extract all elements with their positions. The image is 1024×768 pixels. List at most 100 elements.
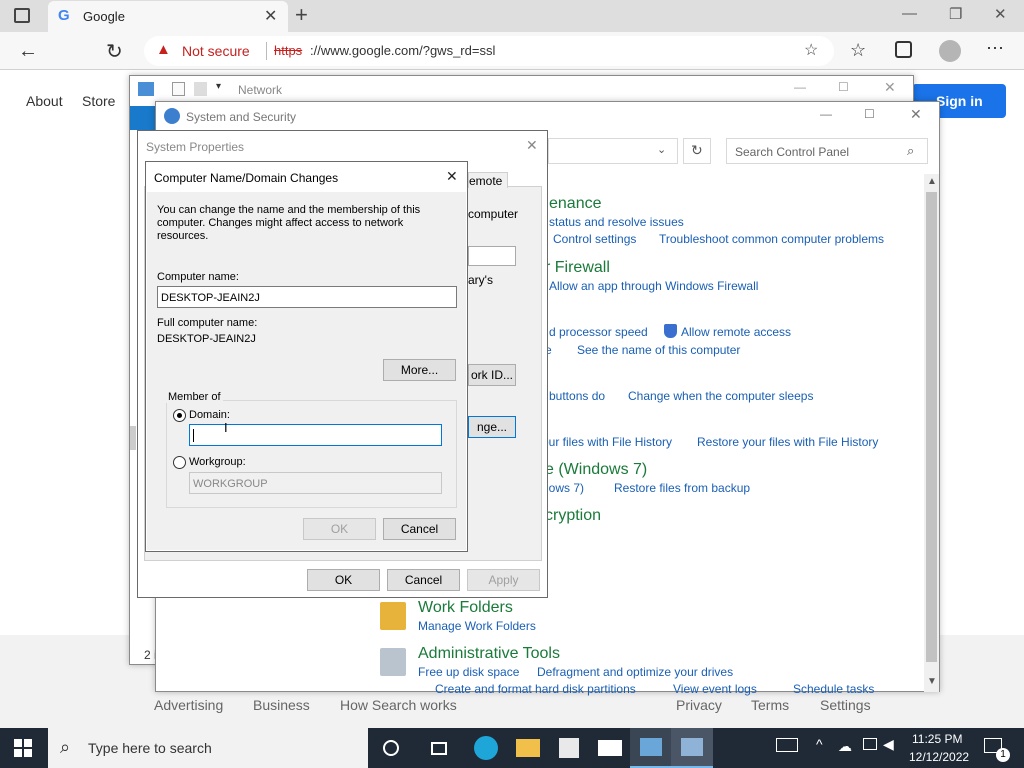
backup-heading[interactable]: e (Windows 7) (545, 461, 647, 479)
minimize-icon[interactable]: — (902, 5, 917, 22)
work-folders-link[interactable]: Manage Work Folders (418, 619, 536, 633)
work-folders-heading[interactable]: Work Folders (418, 599, 513, 617)
domain-radio[interactable] (173, 409, 186, 422)
domain-ok-label: OK (330, 522, 349, 536)
sp-ok-button[interactable]: OK (307, 569, 380, 591)
backup-link-win7[interactable]: dows 7) (542, 481, 584, 495)
tab-remote[interactable]: emote (468, 172, 508, 188)
cp-close-icon[interactable]: ✕ (910, 106, 922, 123)
nav-store[interactable]: Store (82, 93, 115, 109)
volume-icon[interactable]: ◀ (883, 736, 894, 753)
network-id-button[interactable]: ork ID... (468, 364, 516, 386)
control-panel-icon (164, 108, 180, 124)
tab-actions-icon[interactable] (14, 8, 30, 23)
computer-name-field[interactable]: DESKTOP-JEAIN2J (157, 286, 457, 308)
power-link-buttons[interactable]: buttons do (549, 389, 605, 403)
taskbar-search[interactable]: ⌕ Type here to search (48, 728, 368, 768)
domain-dialog-close-icon[interactable]: ✕ (446, 168, 458, 185)
close-window-icon[interactable]: ✕ (994, 5, 1007, 23)
domain-cancel-button[interactable]: Cancel (383, 518, 456, 540)
cp-address-bar[interactable]: ⌄ (548, 138, 678, 164)
power-link-sleep[interactable]: Change when the computer sleeps (628, 389, 813, 403)
footer-business[interactable]: Business (253, 697, 310, 713)
sp-cancel-button[interactable]: Cancel (387, 569, 460, 591)
warning-icon: ▲ (156, 41, 171, 58)
network-minimize-icon[interactable]: — (794, 80, 806, 94)
scroll-thumb[interactable] (926, 192, 937, 662)
weather-icon[interactable]: ☁ (838, 738, 852, 755)
clock-date[interactable]: 12/12/2022 (909, 750, 969, 764)
cp-minimize-icon[interactable]: — (820, 107, 832, 121)
maintenance-link-troubleshoot[interactable]: Troubleshoot common computer problems (659, 232, 884, 246)
network-ribbon-tab[interactable] (130, 106, 156, 130)
system-properties-close-icon[interactable]: ✕ (526, 137, 538, 154)
cp-scrollbar[interactable]: ▲ ▼ (924, 174, 939, 692)
network-maximize-icon[interactable]: ☐ (838, 80, 849, 94)
scroll-up-icon[interactable]: ▲ (927, 176, 937, 187)
cp-address-dropdown-icon[interactable]: ⌄ (657, 143, 666, 156)
control-panel-taskbar-icon[interactable] (671, 728, 713, 768)
footer-terms[interactable]: Terms (751, 697, 789, 713)
collections-icon[interactable] (895, 41, 912, 58)
restore-icon[interactable]: ❐ (949, 5, 962, 23)
task-view-icon[interactable] (418, 728, 460, 768)
maintenance-heading[interactable]: enance (549, 195, 602, 213)
back-icon[interactable]: ← (18, 40, 38, 63)
admin-link-partitions[interactable]: Create and format hard disk partitions (435, 682, 636, 696)
network-close-icon[interactable]: ✕ (884, 79, 896, 96)
footer-settings[interactable]: Settings (820, 697, 871, 713)
firewall-heading[interactable]: r Firewall (545, 259, 610, 277)
cp-refresh-button[interactable]: ↻ (683, 138, 711, 164)
full-name-value: DESKTOP-JEAIN2J (157, 333, 256, 345)
favorites-icon[interactable]: ☆ (850, 40, 866, 61)
mail-icon[interactable] (589, 728, 631, 768)
admin-tools-heading[interactable]: Administrative Tools (418, 645, 560, 663)
add-favorite-icon[interactable]: ☆ (804, 40, 818, 60)
system-link-remote[interactable]: Allow remote access (681, 325, 791, 339)
address-bar[interactable]: ▲ Not secure https ://www.google.com/?gw… (144, 36, 834, 66)
new-tab-icon[interactable]: + (295, 2, 308, 28)
admin-link-event-logs[interactable]: View event logs (673, 682, 757, 696)
firewall-link-allow-app[interactable]: Allow an app through Windows Firewall (549, 279, 758, 293)
keyboard-icon[interactable] (776, 738, 798, 752)
workgroup-radio[interactable] (173, 456, 186, 469)
refresh-icon[interactable]: ↻ (106, 39, 123, 64)
domain-ok-button[interactable]: OK (303, 518, 376, 540)
tab-google[interactable]: G Google ✕ (48, 1, 288, 32)
system-link-computer-name[interactable]: See the name of this computer (577, 343, 740, 357)
backup-link-restore[interactable]: Restore files from backup (614, 481, 750, 495)
network-taskbar-icon[interactable] (630, 728, 672, 768)
history-link-restore[interactable]: Restore your files with File History (697, 435, 878, 449)
system-link-processor[interactable]: d processor speed (549, 325, 648, 339)
maintenance-link-status[interactable]: status and resolve issues (549, 215, 684, 229)
scroll-down-icon[interactable]: ▼ (927, 676, 937, 687)
cp-maximize-icon[interactable]: ☐ (864, 107, 875, 121)
clock-time[interactable]: 11:25 PM (912, 732, 962, 746)
tab-close-icon[interactable]: ✕ (264, 6, 277, 26)
admin-link-defrag[interactable]: Defragment and optimize your drives (537, 665, 733, 679)
footer-advertising[interactable]: Advertising (154, 697, 223, 713)
store-icon[interactable] (548, 728, 590, 768)
network-tray-icon[interactable] (863, 738, 877, 750)
footer-how-search-works[interactable]: How Search works (340, 697, 457, 713)
change-button[interactable]: nge... (468, 416, 516, 438)
history-link-save[interactable]: our files with File History (542, 435, 672, 449)
not-secure-label[interactable]: Not secure (182, 43, 250, 59)
encryption-heading[interactable]: cryption (545, 507, 601, 525)
edge-icon[interactable] (465, 728, 507, 768)
file-explorer-icon[interactable] (507, 728, 549, 768)
sp-apply-button[interactable]: Apply (467, 569, 540, 591)
more-menu-icon[interactable]: ⋯ (986, 38, 1004, 59)
footer-privacy[interactable]: Privacy (676, 697, 722, 713)
nav-about[interactable]: About (26, 93, 63, 109)
workgroup-input[interactable]: WORKGROUP (189, 472, 442, 494)
cp-search-box[interactable]: Search Control Panel ⌕ (726, 138, 928, 164)
start-button[interactable] (2, 728, 44, 768)
cortana-icon[interactable] (370, 728, 412, 768)
more-button[interactable]: More... (383, 359, 456, 381)
admin-link-schedule[interactable]: Schedule tasks (793, 682, 874, 696)
admin-link-disk-space[interactable]: Free up disk space (418, 665, 519, 679)
chevron-up-icon[interactable]: ^ (816, 736, 823, 752)
maintenance-link-control[interactable]: Control settings (553, 232, 636, 246)
profile-avatar[interactable] (939, 40, 961, 62)
